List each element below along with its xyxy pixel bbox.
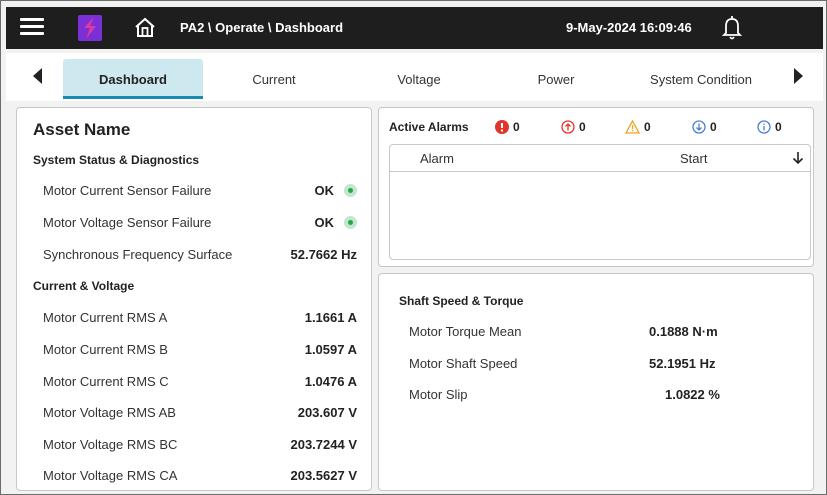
scroll-right-icon[interactable] [793,68,803,89]
active-alarms-title: Active Alarms [389,120,469,134]
shaft-row-label: Motor Shaft Speed [409,356,518,371]
status-row-label: Motor Current Sensor Failure [43,183,212,198]
sort-down-icon[interactable] [792,151,804,170]
tab-bar: Dashboard Current Voltage Power System C… [6,53,823,101]
status-row-label: Synchronous Frequency Surface [43,247,233,262]
cv-row-value: 203.5627 V [290,468,357,483]
alarm-column-header[interactable]: Alarm [420,151,454,166]
asset-panel: Asset Name System Status & Diagnostics M… [16,107,372,491]
alarm-count-value: 0 [644,120,651,134]
start-column-header[interactable]: Start [680,151,707,166]
cv-row-label: Motor Voltage RMS AB [43,405,176,420]
cv-row-value: 203.7244 V [290,437,357,452]
app-frame: PA2 \ Operate \ Dashboard 9-May-2024 16:… [0,0,827,495]
status-row-value: OK [314,215,357,230]
alarm-count-value: 0 [579,120,586,134]
scroll-left-icon[interactable] [33,68,43,89]
shaft-section-title: Shaft Speed & Torque [399,294,524,308]
warning-icon [625,120,640,134]
cv-row-value: 1.1661 A [304,310,357,325]
asset-title: Asset Name [33,120,131,139]
critical-alarm-icon [495,120,509,134]
app-logo [78,15,102,46]
alarm-table: Alarm Start [389,144,811,260]
ok-status-icon [344,216,357,229]
cv-row-value: 1.0476 A [304,374,357,389]
tab-system-condition[interactable]: System Condition [636,59,766,99]
status-row-value: OK [314,183,357,198]
tab-dashboard[interactable]: Dashboard [63,59,203,99]
alarm-count-value: 0 [710,120,717,134]
current-datetime: 9-May-2024 16:09:46 [566,20,692,35]
high-alarm-count[interactable]: 0 [561,120,586,134]
low-alarm-count[interactable]: 0 [692,120,717,134]
cv-row-value: 203.607 V [297,405,357,420]
cv-row-label: Motor Current RMS B [43,342,168,357]
home-icon[interactable] [134,16,156,43]
bell-icon[interactable] [721,15,743,46]
cv-row-label: Motor Current RMS A [43,310,168,325]
shaft-row-value: 52.1951 Hz [649,356,716,371]
info-alarm-count[interactable]: 0 [757,120,782,134]
cv-row-label: Motor Current RMS C [43,374,169,389]
cv-row-label: Motor Voltage RMS CA [43,468,178,483]
status-value-text: OK [314,215,335,230]
cv-row-label: Motor Voltage RMS BC [43,437,178,452]
info-icon [757,120,771,134]
top-bar: PA2 \ Operate \ Dashboard 9-May-2024 16:… [6,7,823,49]
status-row-label: Motor Voltage Sensor Failure [43,215,212,230]
alarm-count-value: 0 [775,120,782,134]
tab-voltage[interactable]: Voltage [364,59,474,99]
status-row-value: 52.7662 Hz [290,247,358,262]
critical-alarm-count[interactable]: 0 [495,120,520,134]
status-value-text: OK [314,183,335,198]
cv-row-value: 1.0597 A [304,342,357,357]
arrow-down-circle-icon [692,120,706,134]
menu-icon[interactable] [20,17,44,37]
alarm-count-value: 0 [513,120,520,134]
shaft-row-value: 1.0822 % [665,387,720,402]
table-divider [390,171,810,172]
tab-current[interactable]: Current [214,59,334,99]
warning-alarm-count[interactable]: 0 [625,120,651,134]
cv-section-title: Current & Voltage [33,279,135,293]
shaft-row-label: Motor Slip [409,387,468,402]
tab-power[interactable]: Power [506,59,606,99]
arrow-up-circle-icon [561,120,575,134]
ok-status-icon [344,184,357,197]
status-section-title: System Status & Diagnostics [33,153,200,167]
shaft-speed-torque-panel: Shaft Speed & Torque Motor Torque Mean 0… [378,273,814,491]
shaft-row-label: Motor Torque Mean [409,324,522,339]
active-alarms-panel: Active Alarms 0 0 0 0 0 Alarm Start [378,107,814,267]
breadcrumb: PA2 \ Operate \ Dashboard [180,20,344,35]
shaft-row-value: 0.1888 N·m [649,324,718,339]
